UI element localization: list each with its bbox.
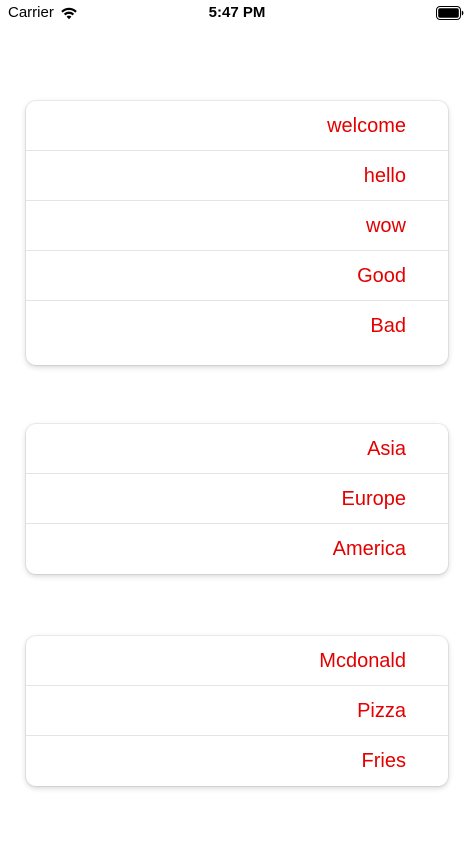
list-item[interactable]: Pizza	[26, 686, 448, 736]
list-item-label: hello	[363, 164, 406, 187]
section-card-2: Asia Europe America	[26, 424, 448, 574]
battery-icon	[436, 6, 464, 20]
list-item-label: Asia	[367, 437, 406, 460]
list-item[interactable]: welcome	[26, 101, 448, 151]
section-card-1: welcome hello wow Good Bad	[26, 101, 448, 365]
status-time: 5:47 PM	[208, 4, 266, 21]
list-item[interactable]: Mcdonald	[26, 636, 448, 686]
list-item[interactable]: Bad	[26, 301, 448, 351]
list-item[interactable]: Fries	[26, 736, 448, 786]
list-item[interactable]: Europe	[26, 474, 448, 524]
list-item-label: Pizza	[357, 699, 406, 722]
list-item-label: Europe	[341, 487, 407, 510]
list-item-label: wow	[365, 214, 406, 237]
status-bar: Carrier 5:47 PM	[0, 0, 474, 28]
list-item-label: America	[332, 538, 406, 560]
card-bottom-padding	[26, 351, 448, 365]
list-item-label: Bad	[370, 315, 406, 337]
list-item-label: Good	[357, 264, 406, 287]
list-item-label: welcome	[327, 114, 406, 137]
list-item[interactable]: wow	[26, 201, 448, 251]
list-item[interactable]: Good	[26, 251, 448, 301]
list-item[interactable]: America	[26, 524, 448, 574]
list-item-label: Fries	[361, 750, 406, 772]
app-screen: Carrier 5:47 PM welcome hello wow Good B…	[0, 0, 474, 843]
list-item[interactable]: hello	[26, 151, 448, 201]
section-card-3: Mcdonald Pizza Fries	[26, 636, 448, 786]
list-item[interactable]: Asia	[26, 424, 448, 474]
list-item-label: Mcdonald	[319, 649, 406, 672]
